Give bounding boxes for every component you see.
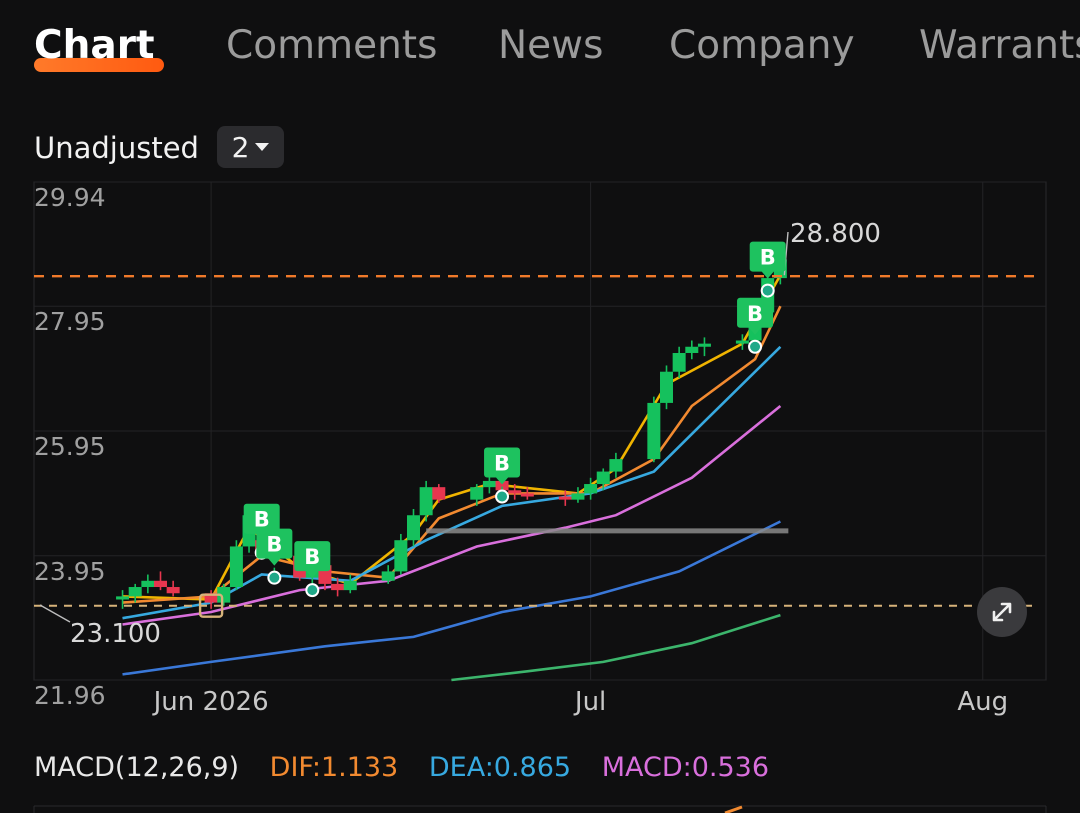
candle-body <box>432 487 446 500</box>
candle-body <box>166 587 180 594</box>
candle-body <box>735 340 749 344</box>
y-axis-tick-label: 23.95 <box>34 557 106 586</box>
candle-body <box>381 571 395 581</box>
tab-comments[interactable]: Comments <box>226 20 437 72</box>
buy-signal-label: B <box>304 545 320 569</box>
buy-signal-dot <box>760 283 775 298</box>
candle-body <box>128 587 142 597</box>
x-axis-tick-label: Jul <box>573 687 606 717</box>
macd-macd-value: MACD:0.536 <box>601 752 770 783</box>
candle-body <box>647 402 661 460</box>
tab-chart-label: Chart <box>34 23 155 68</box>
candle-body <box>407 515 420 541</box>
candle-body <box>482 480 496 488</box>
candle-body <box>609 459 623 472</box>
tab-bar: Chart Comments News Company Warrants <box>0 0 1080 95</box>
candle-body <box>419 487 433 516</box>
buy-signal-label: B <box>747 302 763 326</box>
macd-dea-value: DEA:0.865 <box>428 752 572 783</box>
adjustment-label[interactable]: Unadjusted <box>34 131 199 165</box>
price-chart[interactable]: 28.80023.100 BBBBBB 29.9427.9525.9523.95… <box>0 180 1080 720</box>
candle-body <box>596 471 610 485</box>
period-select[interactable]: 2 <box>217 126 284 168</box>
high-price-label: 28.800 <box>790 219 881 249</box>
candle-body <box>685 346 699 353</box>
tab-chart[interactable]: Chart <box>34 20 155 72</box>
y-axis-tick-label: 25.95 <box>34 432 106 461</box>
buy-signal-label: B <box>494 452 510 476</box>
candle-body <box>229 546 243 588</box>
candle-body <box>154 580 167 588</box>
buy-signal-label: B <box>760 246 776 270</box>
x-axis-tick-label: Aug <box>957 687 1008 717</box>
candle-body <box>584 484 598 494</box>
candle-body <box>116 596 130 600</box>
candle-body <box>331 583 345 591</box>
axis-labels: 29.94 27.95 25.95 23.95 21.96 Jun 2026 Jul Aug <box>34 183 1008 717</box>
tab-warrants[interactable]: Warrants <box>919 20 1080 72</box>
buy-signal-label: B <box>254 508 270 532</box>
tab-news[interactable]: News <box>498 20 603 72</box>
moving-average-line <box>122 274 782 601</box>
buy-signal-dot <box>495 489 510 504</box>
low-label-leader <box>39 604 71 623</box>
caret-down-icon <box>255 143 270 151</box>
moving-average-line <box>122 305 782 604</box>
candle-body <box>660 371 673 403</box>
candle-body <box>558 496 572 500</box>
macd-indicator-row[interactable]: MACD(12,26,9) DIF:1.133 DEA:0.865 MACD:0… <box>34 752 791 783</box>
candle-body <box>520 493 534 497</box>
candle-body <box>672 352 686 372</box>
buy-signal-dot <box>267 570 282 585</box>
buy-signal-dot <box>305 583 320 598</box>
x-axis-tick-label: Jun 2026 <box>152 687 269 717</box>
candle-body <box>508 490 522 494</box>
candle-body <box>394 540 408 572</box>
buy-signals: BBBBBB <box>243 241 786 598</box>
y-axis-tick-label: 27.95 <box>34 307 106 336</box>
buy-signal-label: B <box>266 533 282 557</box>
candle-body <box>470 487 484 500</box>
candle-body <box>571 493 585 500</box>
low-price-label: 23.100 <box>70 619 161 649</box>
y-axis-tick-label: 21.96 <box>34 681 106 710</box>
moving-average-line <box>451 613 781 682</box>
expand-icon[interactable] <box>977 587 1027 637</box>
macd-dif-value: DIF:1.133 <box>269 752 399 783</box>
stock-chart-page: Chart Comments News Company Warrants Una… <box>0 0 1080 813</box>
candle-body <box>697 343 711 347</box>
reference-lines: 28.800 23.100 <box>34 219 1036 649</box>
buy-signal-dot <box>748 339 763 354</box>
candle-body <box>343 580 357 591</box>
period-value: 2 <box>231 130 250 164</box>
y-axis-tick-label: 29.94 <box>34 183 106 212</box>
macd-name: MACD(12,26,9) <box>34 752 240 783</box>
moving-average-lines <box>122 274 782 682</box>
macd-chart-top <box>33 805 1047 813</box>
tab-company[interactable]: Company <box>669 20 855 72</box>
candle-body <box>141 580 155 588</box>
